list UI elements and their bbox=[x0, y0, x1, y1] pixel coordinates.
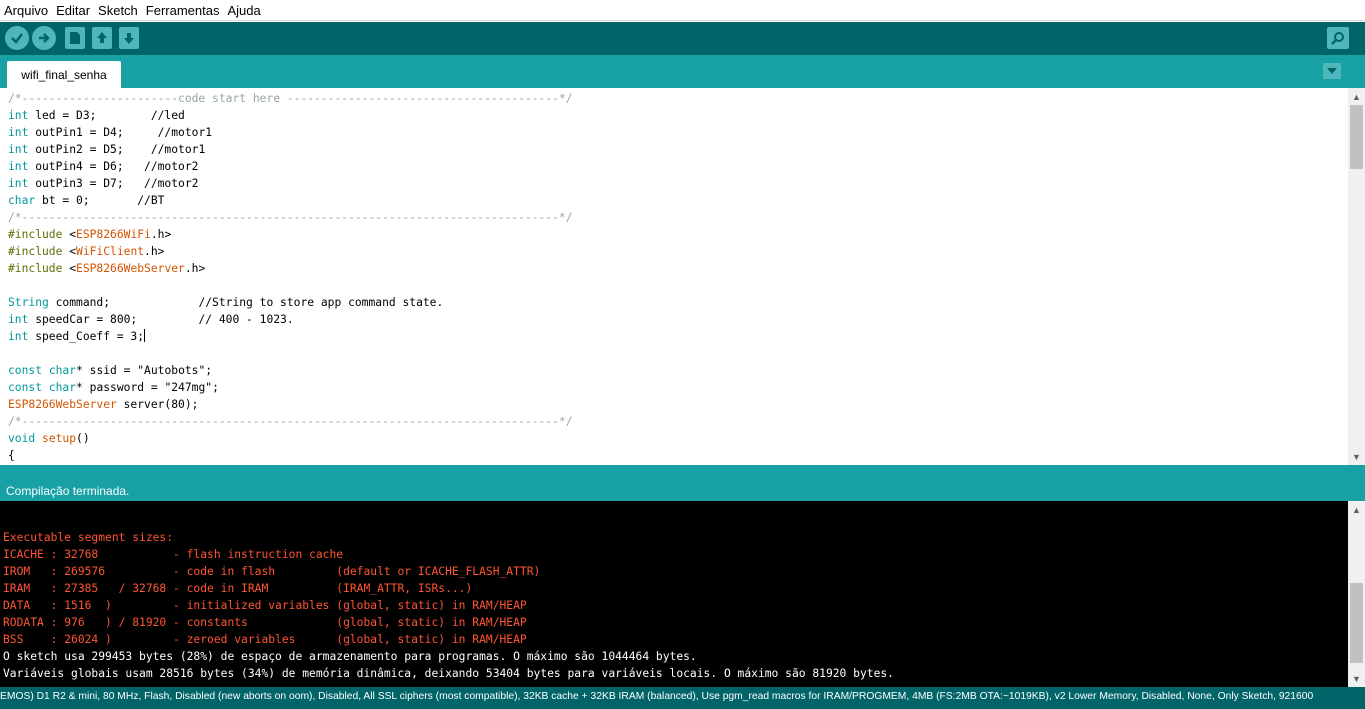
code-line: void setup() bbox=[8, 432, 90, 445]
console-line: IROM : 269576 - code in flash (default o… bbox=[3, 565, 541, 578]
code-line: int outPin2 = D5; //motor1 bbox=[8, 143, 206, 156]
menu-ferramentas[interactable]: Ferramentas bbox=[142, 0, 224, 21]
toolbar bbox=[0, 22, 1365, 55]
console-line: O sketch usa 299453 bytes (28%) de espaç… bbox=[3, 650, 697, 663]
menu-ajuda[interactable]: Ajuda bbox=[224, 0, 265, 21]
code-line: int outPin1 = D4; //motor1 bbox=[8, 126, 213, 139]
code-line: char bt = 0; //BT bbox=[8, 194, 165, 207]
console-line: DATA : 1516 ) - initialized variables (g… bbox=[3, 599, 527, 612]
code-line: #include <ESP8266WebServer.h> bbox=[8, 262, 206, 275]
menu-arquivo[interactable]: Arquivo bbox=[0, 0, 52, 21]
menu-bar: Arquivo Editar Sketch Ferramentas Ajuda bbox=[0, 0, 1365, 21]
serial-monitor-button[interactable] bbox=[1327, 27, 1349, 49]
scroll-up-icon[interactable]: ▲ bbox=[1348, 501, 1365, 518]
console-line: Variáveis globais usam 28516 bytes (34%)… bbox=[3, 667, 894, 680]
status-bar: Compilação terminada. bbox=[0, 465, 1365, 501]
verify-icon bbox=[11, 33, 23, 44]
code-line: int led = D3; //led bbox=[8, 109, 185, 122]
upload-button[interactable] bbox=[32, 26, 56, 50]
code-line: const char* ssid = "Autobots"; bbox=[8, 364, 213, 377]
editor-scrollbar[interactable]: ▲ ▼ bbox=[1348, 88, 1365, 465]
code-line: /*--------------------------------------… bbox=[8, 211, 573, 224]
code-line: String command; //String to store app co… bbox=[8, 296, 444, 309]
console-line: ICACHE : 32768 - flash instruction cache bbox=[3, 548, 344, 561]
menu-editar[interactable]: Editar bbox=[52, 0, 94, 21]
chevron-down-icon bbox=[1327, 68, 1337, 74]
code-editor[interactable]: /*-----------------------code start here… bbox=[0, 88, 1348, 465]
console-line: RODATA : 976 ) / 81920 - constants (glob… bbox=[3, 616, 527, 629]
open-sketch-button[interactable] bbox=[92, 27, 112, 49]
scroll-down-icon[interactable]: ▼ bbox=[1348, 670, 1365, 687]
console-line: IRAM : 27385 / 32768 - code in IRAM (IRA… bbox=[3, 582, 473, 595]
code-line: #include <ESP8266WiFi.h> bbox=[8, 228, 172, 241]
tab-menu-button[interactable] bbox=[1323, 63, 1341, 79]
tab-strip: wifi_final_senha bbox=[0, 55, 1365, 88]
scroll-up-icon[interactable]: ▲ bbox=[1348, 88, 1365, 105]
code-line: ESP8266WebServer server(80); bbox=[8, 398, 199, 411]
text-cursor bbox=[144, 329, 146, 342]
board-info-text: EMOS) D1 R2 & mini, 80 MHz, Flash, Disab… bbox=[0, 691, 1314, 702]
verify-button[interactable] bbox=[5, 26, 29, 50]
console-scrollbar[interactable]: ▲ ▼ bbox=[1348, 501, 1365, 687]
save-icon bbox=[124, 33, 134, 44]
board-info-bar: EMOS) D1 R2 & mini, 80 MHz, Flash, Disab… bbox=[0, 687, 1365, 709]
upload-icon bbox=[39, 33, 50, 43]
console-output[interactable]: Executable segment sizes: ICACHE : 32768… bbox=[0, 501, 1348, 687]
code-line: { bbox=[8, 449, 15, 462]
code-line: const char* password = "247mg"; bbox=[8, 381, 219, 394]
code-line: #include <WiFiClient.h> bbox=[8, 245, 165, 258]
code-line: int outPin3 = D7; //motor2 bbox=[8, 177, 199, 190]
save-sketch-button[interactable] bbox=[119, 27, 139, 49]
serial-monitor-icon bbox=[1331, 32, 1344, 45]
console-line: BSS : 26024 ) - zeroed variables (global… bbox=[3, 633, 527, 646]
menu-sketch[interactable]: Sketch bbox=[94, 0, 142, 21]
status-message: Compilação terminada. bbox=[6, 484, 130, 498]
new-icon bbox=[70, 32, 80, 44]
new-sketch-button[interactable] bbox=[65, 27, 85, 49]
scroll-down-icon[interactable]: ▼ bbox=[1348, 448, 1365, 465]
tab-wifi-final-senha[interactable]: wifi_final_senha bbox=[7, 61, 121, 88]
open-icon bbox=[97, 32, 107, 43]
code-line: int speed_Coeff = 3; bbox=[8, 329, 146, 343]
console-line: Executable segment sizes: bbox=[3, 531, 174, 544]
code-line: int outPin4 = D6; //motor2 bbox=[8, 160, 199, 173]
code-line: /*--------------------------------------… bbox=[8, 415, 573, 428]
console-scroll-thumb[interactable] bbox=[1350, 583, 1363, 663]
code-line: /*-----------------------code start here… bbox=[8, 92, 573, 105]
editor-scroll-thumb[interactable] bbox=[1350, 105, 1363, 169]
code-line: int speedCar = 800; // 400 - 1023. bbox=[8, 313, 294, 326]
